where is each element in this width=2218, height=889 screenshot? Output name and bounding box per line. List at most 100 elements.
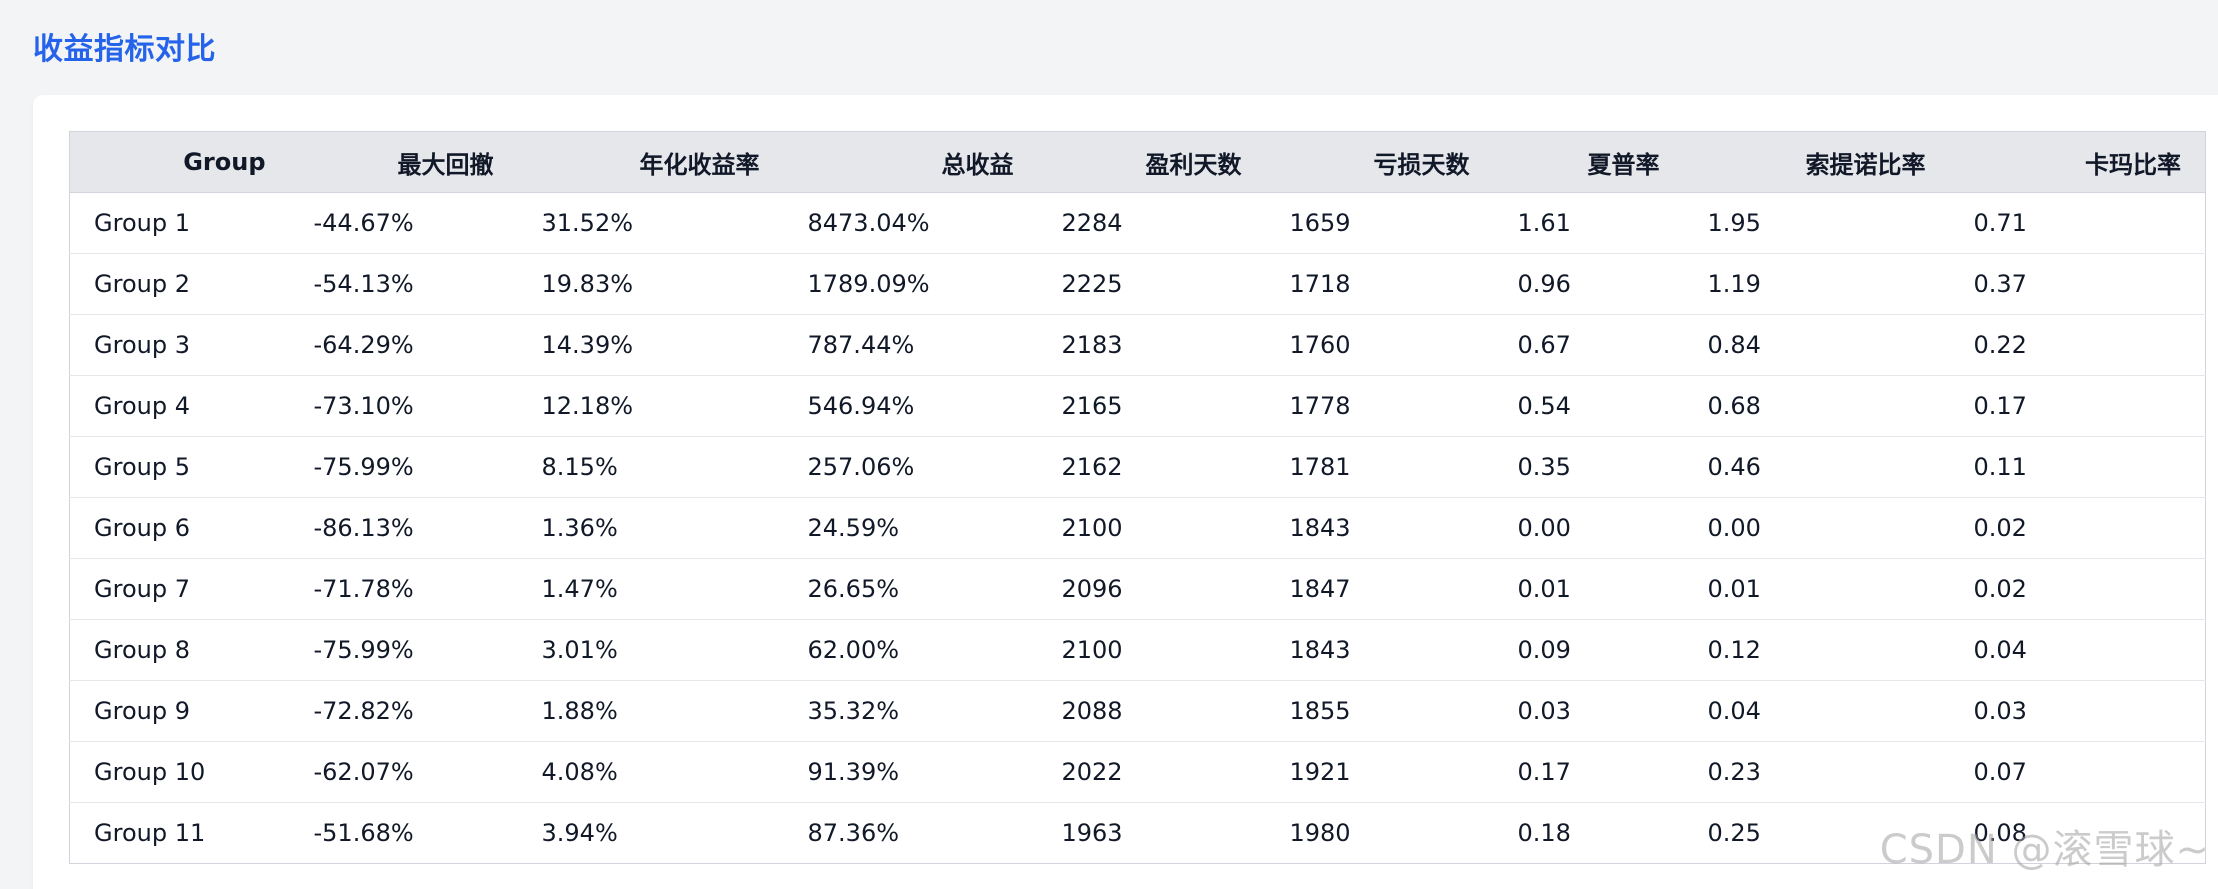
cell-annual-return: 1.88% <box>517 680 784 742</box>
metrics-table: Group 最大回撤 年化收益率 总收益 盈利天数 亏损天数 夏普率 索提诺比率… <box>69 131 2206 864</box>
cell-profit-days: 2100 <box>1037 619 1266 681</box>
cell-annual-return: 3.01% <box>517 619 784 681</box>
cell-total-return: 87.36% <box>783 802 1038 864</box>
cell-total-return: 787.44% <box>783 314 1038 376</box>
cell-profit-days: 2022 <box>1037 741 1266 803</box>
cell-sortino: 0.04 <box>1683 680 1950 742</box>
cell-group: Group 11 <box>69 802 290 864</box>
col-header-annual-return[interactable]: 年化收益率 <box>517 131 784 193</box>
cell-loss-days: 1843 <box>1265 497 1494 559</box>
cell-profit-days: 1963 <box>1037 802 1266 864</box>
cell-loss-days: 1760 <box>1265 314 1494 376</box>
cell-group: Group 6 <box>69 497 290 559</box>
cell-profit-days: 2165 <box>1037 375 1266 437</box>
table-header-row: Group 最大回撤 年化收益率 总收益 盈利天数 亏损天数 夏普率 索提诺比率… <box>69 131 2206 193</box>
cell-max-drawdown: -62.07% <box>289 741 518 803</box>
cell-max-drawdown: -86.13% <box>289 497 518 559</box>
cell-max-drawdown: -75.99% <box>289 436 518 498</box>
cell-total-return: 546.94% <box>783 375 1038 437</box>
table-row: Group 9 -72.82% 1.88% 35.32% 2088 1855 0.03 0.0… <box>69 680 2206 742</box>
col-header-sharpe[interactable]: 夏普率 <box>1493 131 1684 193</box>
cell-sortino: 0.01 <box>1683 558 1950 620</box>
cell-total-return: 35.32% <box>783 680 1038 742</box>
cell-annual-return: 12.18% <box>517 375 784 437</box>
table-body: Group 1 -44.67% 31.52% 8473.04% 2284 1659 1.61… <box>69 192 2206 864</box>
cell-annual-return: 4.08% <box>517 741 784 803</box>
page-title: 收益指标对比 <box>33 32 216 67</box>
table-row: Group 4 -73.10% 12.18% 546.94% 2165 1778 0.54 0… <box>69 375 2206 437</box>
table-row: Group 6 -86.13% 1.36% 24.59% 2100 1843 0.00 0.0… <box>69 497 2206 559</box>
cell-sortino: 0.68 <box>1683 375 1950 437</box>
cell-annual-return: 1.36% <box>517 497 784 559</box>
cell-sortino: 0.12 <box>1683 619 1950 681</box>
table-container: Group 最大回撤 年化收益率 总收益 盈利天数 亏损天数 夏普率 索提诺比率… <box>69 131 2206 864</box>
cell-sortino: 1.19 <box>1683 253 1950 315</box>
cell-profit-days: 2225 <box>1037 253 1266 315</box>
cell-profit-days: 2100 <box>1037 497 1266 559</box>
cell-sharpe: 0.00 <box>1493 497 1684 559</box>
cell-sharpe: 0.09 <box>1493 619 1684 681</box>
cell-group: Group 8 <box>69 619 290 681</box>
table-row: Group 2 -54.13% 19.83% 1789.09% 2225 1718 0.96… <box>69 253 2206 315</box>
cell-sharpe: 0.54 <box>1493 375 1684 437</box>
cell-sharpe: 0.35 <box>1493 436 1684 498</box>
cell-profit-days: 2096 <box>1037 558 1266 620</box>
cell-calmar: 0.07 <box>1949 741 2206 803</box>
col-header-loss-days[interactable]: 亏损天数 <box>1265 131 1494 193</box>
cell-loss-days: 1659 <box>1265 192 1494 254</box>
cell-loss-days: 1718 <box>1265 253 1494 315</box>
table-row: Group 10 -62.07% 4.08% 91.39% 2022 1921 0.17 0.… <box>69 741 2206 803</box>
cell-total-return: 26.65% <box>783 558 1038 620</box>
cell-annual-return: 14.39% <box>517 314 784 376</box>
cell-calmar: 0.17 <box>1949 375 2206 437</box>
cell-annual-return: 3.94% <box>517 802 784 864</box>
cell-calmar: 0.71 <box>1949 192 2206 254</box>
cell-group: Group 7 <box>69 558 290 620</box>
cell-loss-days: 1855 <box>1265 680 1494 742</box>
cell-calmar: 0.02 <box>1949 558 2206 620</box>
cell-profit-days: 2183 <box>1037 314 1266 376</box>
cell-group: Group 3 <box>69 314 290 376</box>
cell-annual-return: 19.83% <box>517 253 784 315</box>
cell-sharpe: 0.03 <box>1493 680 1684 742</box>
cell-calmar: 0.04 <box>1949 619 2206 681</box>
cell-sharpe: 0.96 <box>1493 253 1684 315</box>
watermark: CSDN @滚雪球~ <box>1879 827 2210 873</box>
cell-profit-days: 2284 <box>1037 192 1266 254</box>
cell-sharpe: 0.17 <box>1493 741 1684 803</box>
cell-loss-days: 1921 <box>1265 741 1494 803</box>
cell-sharpe: 0.18 <box>1493 802 1684 864</box>
cell-annual-return: 31.52% <box>517 192 784 254</box>
cell-total-return: 62.00% <box>783 619 1038 681</box>
table-row: Group 5 -75.99% 8.15% 257.06% 2162 1781 0.35 0.… <box>69 436 2206 498</box>
col-header-total-return[interactable]: 总收益 <box>783 131 1038 193</box>
cell-calmar: 0.03 <box>1949 680 2206 742</box>
cell-max-drawdown: -44.67% <box>289 192 518 254</box>
cell-group: Group 2 <box>69 253 290 315</box>
col-header-sortino[interactable]: 索提诺比率 <box>1683 131 1950 193</box>
col-header-group[interactable]: Group <box>69 131 290 193</box>
cell-group: Group 5 <box>69 436 290 498</box>
cell-total-return: 24.59% <box>783 497 1038 559</box>
cell-total-return: 257.06% <box>783 436 1038 498</box>
cell-total-return: 8473.04% <box>783 192 1038 254</box>
cell-sortino: 0.46 <box>1683 436 1950 498</box>
cell-loss-days: 1847 <box>1265 558 1494 620</box>
col-header-calmar[interactable]: 卡玛比率 <box>1949 131 2206 193</box>
cell-annual-return: 8.15% <box>517 436 784 498</box>
cell-sortino: 0.23 <box>1683 741 1950 803</box>
cell-total-return: 1789.09% <box>783 253 1038 315</box>
col-header-profit-days[interactable]: 盈利天数 <box>1037 131 1266 193</box>
cell-max-drawdown: -54.13% <box>289 253 518 315</box>
cell-calmar: 0.02 <box>1949 497 2206 559</box>
col-header-max-drawdown[interactable]: 最大回撤 <box>289 131 518 193</box>
cell-sharpe: 0.01 <box>1493 558 1684 620</box>
cell-total-return: 91.39% <box>783 741 1038 803</box>
cell-max-drawdown: -73.10% <box>289 375 518 437</box>
cell-sortino: 0.00 <box>1683 497 1950 559</box>
cell-group: Group 10 <box>69 741 290 803</box>
cell-group: Group 1 <box>69 192 290 254</box>
table-card: Group 最大回撤 年化收益率 总收益 盈利天数 亏损天数 夏普率 索提诺比率… <box>33 95 2218 889</box>
cell-sharpe: 1.61 <box>1493 192 1684 254</box>
cell-calmar: 0.11 <box>1949 436 2206 498</box>
